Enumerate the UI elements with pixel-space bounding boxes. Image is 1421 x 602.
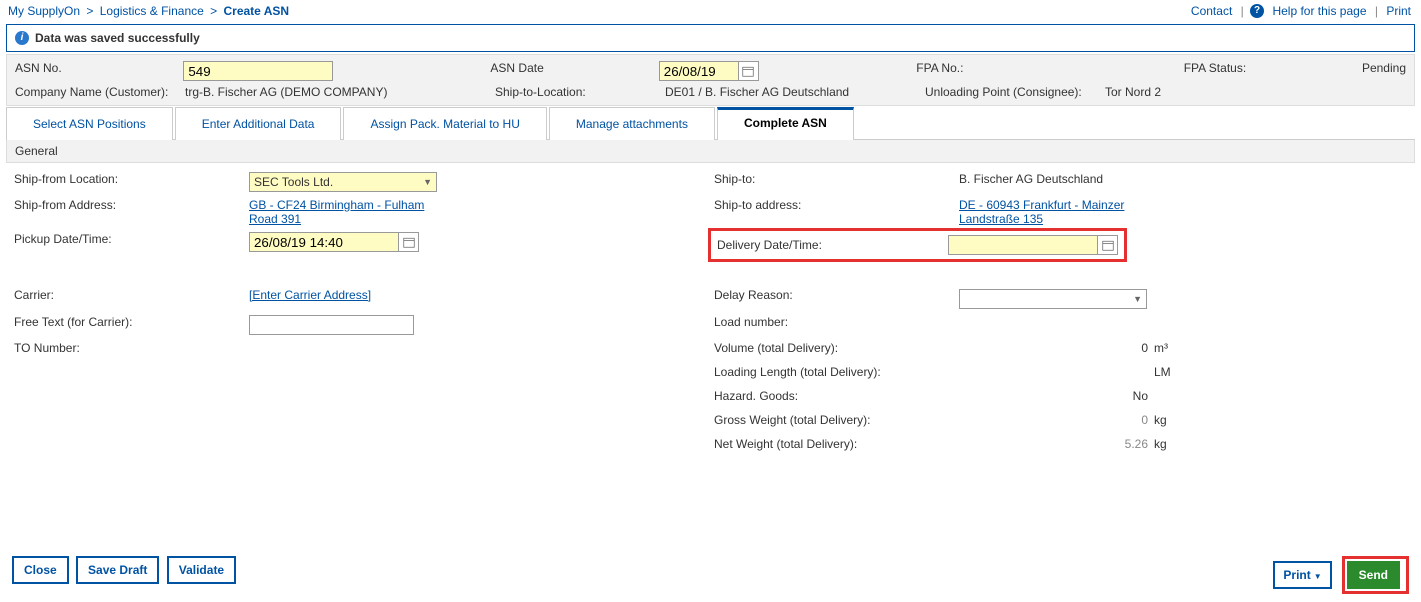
pickup-date-input[interactable] — [249, 232, 399, 252]
tab-additional-data[interactable]: Enter Additional Data — [175, 107, 342, 140]
to-number-label: TO Number: — [14, 341, 249, 355]
net-unit: kg — [1154, 437, 1184, 451]
save-draft-button[interactable]: Save Draft — [76, 556, 159, 584]
shipto-loc-value: DE01 / B. Fischer AG Deutschland — [665, 85, 925, 99]
freetext-input[interactable] — [249, 315, 414, 335]
volume-label: Volume (total Delivery): — [714, 341, 959, 355]
tab-select-positions[interactable]: Select ASN Positions — [6, 107, 173, 140]
breadcrumb: My SupplyOn > Logistics & Finance > Crea… — [8, 4, 289, 18]
asn-date-input[interactable] — [659, 61, 739, 81]
shipto-addr-link[interactable]: DE - 60943 Frankfurt - Mainzer Landstraß… — [959, 198, 1149, 226]
loadlen-label: Loading Length (total Delivery): — [714, 365, 959, 379]
company-value: trg-B. Fischer AG (DEMO COMPANY) — [185, 85, 495, 99]
contact-link[interactable]: Contact — [1191, 4, 1232, 18]
chevron-down-icon: ▼ — [1133, 294, 1142, 304]
gross-label: Gross Weight (total Delivery): — [714, 413, 959, 427]
asn-date-label: ASN Date — [490, 61, 658, 81]
delivery-date-picker-icon[interactable] — [1098, 235, 1118, 255]
crumb-current: Create ASN — [224, 4, 290, 18]
asn-date-picker-icon[interactable] — [739, 61, 759, 81]
tabs-bar: Select ASN Positions Enter Additional Da… — [6, 106, 1415, 140]
tab-complete-asn[interactable]: Complete ASN — [717, 107, 854, 140]
send-highlight: Send — [1342, 556, 1409, 594]
volume-unit: m³ — [1154, 341, 1184, 355]
delivery-date-input[interactable] — [948, 235, 1098, 255]
pickup-label: Pickup Date/Time: — [14, 232, 249, 246]
send-button[interactable]: Send — [1347, 561, 1400, 589]
carrier-label: Carrier: — [14, 288, 249, 302]
fpa-no-label: FPA No.: — [916, 61, 1183, 81]
asn-no-input[interactable] — [183, 61, 333, 81]
shipfrom-addr-link[interactable]: GB - CF24 Birmingham - Fulham Road 391 — [249, 198, 429, 226]
net-label: Net Weight (total Delivery): — [714, 437, 959, 451]
net-value: 5.26 — [959, 437, 1154, 451]
print-button[interactable]: Print▼ — [1273, 561, 1331, 589]
help-link[interactable]: Help for this page — [1272, 4, 1366, 18]
crumb-supplyon[interactable]: My SupplyOn — [8, 4, 80, 18]
company-label: Company Name (Customer): — [15, 85, 185, 99]
pickup-date-picker-icon[interactable] — [399, 232, 419, 252]
section-general: General — [6, 140, 1415, 163]
unload-label: Unloading Point (Consignee): — [925, 85, 1105, 99]
top-links: Contact | ? Help for this page | Print — [1189, 4, 1413, 18]
hazard-label: Hazard. Goods: — [714, 389, 959, 403]
shipfrom-loc-label: Ship-from Location: — [14, 172, 249, 186]
chevron-down-icon: ▼ — [1314, 572, 1322, 581]
shipto-addr-label: Ship-to address: — [714, 198, 959, 212]
info-icon: i — [15, 31, 29, 45]
fpa-status-value: Pending — [1362, 61, 1406, 81]
save-success-message: i Data was saved successfully — [6, 24, 1415, 52]
close-button[interactable]: Close — [12, 556, 69, 584]
shipto-label: Ship-to: — [714, 172, 959, 186]
shipfrom-addr-label: Ship-from Address: — [14, 198, 249, 212]
load-number-label: Load number: — [714, 315, 959, 329]
help-icon: ? — [1250, 4, 1264, 18]
fpa-status-label: FPA Status: — [1184, 61, 1362, 81]
shipto-loc-label: Ship-to-Location: — [495, 85, 665, 99]
hazard-value: No — [959, 389, 1154, 403]
shipto-value: B. Fischer AG Deutschland — [959, 172, 1154, 186]
delay-reason-select[interactable]: ▼ — [959, 289, 1147, 309]
volume-value: 0 — [959, 341, 1154, 355]
print-link[interactable]: Print — [1386, 4, 1411, 18]
gross-value: 0 — [959, 413, 1154, 427]
chevron-down-icon: ▼ — [423, 177, 432, 187]
gross-unit: kg — [1154, 413, 1184, 427]
carrier-link[interactable]: [Enter Carrier Address] — [249, 288, 371, 302]
delivery-label: Delivery Date/Time: — [717, 238, 948, 252]
asn-header: ASN No. ASN Date FPA No.: FPA Status: Pe… — [6, 54, 1415, 106]
delay-reason-label: Delay Reason: — [714, 288, 959, 302]
tab-pack-material[interactable]: Assign Pack. Material to HU — [343, 107, 546, 140]
shipfrom-loc-value: SEC Tools Ltd. — [254, 175, 333, 189]
unload-value: Tor Nord 2 — [1105, 85, 1161, 99]
freetext-label: Free Text (for Carrier): — [14, 315, 249, 329]
crumb-logistics[interactable]: Logistics & Finance — [100, 4, 204, 18]
tab-attachments[interactable]: Manage attachments — [549, 107, 715, 140]
shipfrom-loc-select[interactable]: SEC Tools Ltd. ▼ — [249, 172, 437, 192]
validate-button[interactable]: Validate — [167, 556, 236, 584]
loadlen-unit: LM — [1154, 365, 1184, 379]
asn-no-label: ASN No. — [15, 61, 183, 81]
message-text: Data was saved successfully — [35, 31, 200, 45]
